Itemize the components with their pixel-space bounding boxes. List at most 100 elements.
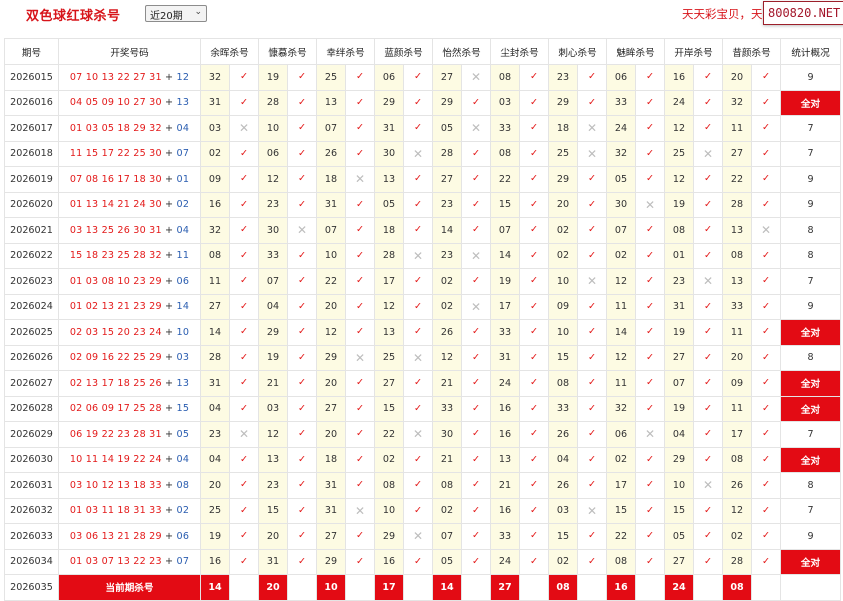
issue-number: 2026024	[4, 293, 59, 320]
draw-numbers: 03 06 13 21 28 29 + 06	[58, 523, 201, 550]
promo-text[interactable]: 天天彩宝贝，天	[682, 6, 763, 22]
current-kill-number: 24	[664, 574, 694, 601]
check-icon: ✓	[577, 421, 607, 448]
kill-number: 19	[664, 319, 694, 346]
current-stat-cell	[780, 574, 841, 601]
kill-number: 10	[258, 115, 288, 142]
check-icon: ✓	[751, 191, 781, 218]
cross-icon: ✕	[229, 115, 259, 142]
cross-icon: ✕	[461, 242, 491, 269]
check-icon: ✓	[519, 319, 549, 346]
kill-number: 08	[606, 548, 636, 575]
check-icon: ✓	[635, 395, 665, 422]
kill-number: 11	[606, 370, 636, 397]
check-icon: ✓	[693, 344, 723, 371]
check-icon: ✓	[519, 523, 549, 550]
kill-number: 17	[606, 472, 636, 499]
kill-number: 21	[432, 370, 462, 397]
kill-number-table: 期号 开奖号码 余晖杀号 慷慕杀号 幸绊杀号 蓝颜杀号 怡然杀号 尘封杀号 刺心杀号 魅眸杀号 开岸…	[4, 38, 841, 601]
kill-number: 07	[258, 268, 288, 295]
cross-icon: ✕	[461, 64, 491, 91]
check-icon: ✓	[519, 140, 549, 167]
kill-number: 30	[606, 191, 636, 218]
check-icon: ✓	[287, 523, 317, 550]
check-icon: ✓	[461, 395, 491, 422]
cross-icon: ✕	[229, 421, 259, 448]
check-icon: ✓	[229, 395, 259, 422]
kill-number: 25	[664, 140, 694, 167]
table-row: 2026033 03 06 13 21 28 29 + 06 19 ✓ 20 ✓ 27 ✓ 29…	[4, 523, 841, 550]
kill-number: 31	[316, 191, 346, 218]
blue-ball: 02	[176, 505, 190, 517]
current-empty-cell	[461, 574, 491, 601]
kill-number: 28	[722, 548, 752, 575]
table-header-row: 期号 开奖号码 余晖杀号 慷慕杀号 幸绊杀号 蓝颜杀号 怡然杀号 尘封杀号 刺心杀号 魅眸杀号 开岸…	[4, 38, 841, 65]
issue-number: 2026031	[4, 472, 59, 499]
table-row: 2026025 02 03 15 20 23 24 + 10 14 ✓ 29 ✓ 12 ✓ 13…	[4, 319, 841, 346]
check-icon: ✓	[519, 268, 549, 295]
check-icon: ✓	[403, 166, 433, 193]
check-icon: ✓	[287, 140, 317, 167]
table-row: 2026017 01 03 05 18 29 32 + 04 03 ✕ 10 ✓ 07 ✓ 31…	[4, 115, 841, 142]
kill-number: 32	[200, 217, 230, 244]
check-icon: ✓	[577, 89, 607, 116]
check-icon: ✓	[693, 370, 723, 397]
column-header: 幸绊杀号	[316, 38, 375, 65]
check-icon: ✓	[229, 293, 259, 320]
check-icon: ✓	[461, 319, 491, 346]
kill-number: 15	[548, 344, 578, 371]
check-icon: ✓	[229, 497, 259, 524]
kill-number: 29	[374, 89, 404, 116]
kill-number: 04	[548, 446, 578, 473]
current-kill-number: 27	[490, 574, 520, 601]
kill-number: 04	[258, 293, 288, 320]
cross-icon: ✕	[345, 344, 375, 371]
current-kill-number: 17	[374, 574, 404, 601]
cross-icon: ✕	[577, 497, 607, 524]
kill-number: 24	[490, 548, 520, 575]
chevron-down-icon: ⌄	[194, 7, 202, 17]
check-icon: ✓	[635, 140, 665, 167]
kill-number: 12	[664, 115, 694, 142]
stat-count: 8	[780, 242, 841, 269]
check-icon: ✓	[693, 548, 723, 575]
draw-numbers: 01 03 08 10 23 29 + 06	[58, 268, 201, 295]
kill-number: 31	[490, 344, 520, 371]
kill-number: 29	[316, 344, 346, 371]
kill-number: 05	[432, 115, 462, 142]
red-balls: 02 09 16 22 25 29	[69, 352, 162, 364]
column-header: 期号	[4, 38, 59, 65]
kill-number: 13	[316, 89, 346, 116]
red-balls: 03 10 12 13 18 33	[69, 479, 162, 491]
kill-number: 10	[316, 242, 346, 269]
cross-icon: ✕	[635, 421, 665, 448]
check-icon: ✓	[751, 344, 781, 371]
check-icon: ✓	[287, 268, 317, 295]
kill-number: 30	[258, 217, 288, 244]
blue-ball: 05	[176, 428, 190, 440]
kill-number: 25	[316, 64, 346, 91]
check-icon: ✓	[461, 166, 491, 193]
kill-number: 23	[432, 191, 462, 218]
period-select[interactable]: 近20期 ⌄	[145, 5, 207, 22]
kill-number: 33	[548, 395, 578, 422]
check-icon: ✓	[403, 497, 433, 524]
draw-numbers: 01 02 13 21 23 29 + 14	[58, 293, 201, 320]
check-icon: ✓	[229, 242, 259, 269]
kill-number: 07	[490, 217, 520, 244]
draw-numbers: 06 19 22 23 28 31 + 05	[58, 421, 201, 448]
kill-number: 22	[316, 268, 346, 295]
check-icon: ✓	[577, 395, 607, 422]
cross-icon: ✕	[345, 166, 375, 193]
kill-number: 18	[316, 166, 346, 193]
kill-number: 15	[664, 497, 694, 524]
check-icon: ✓	[635, 64, 665, 91]
issue-number: 2026034	[4, 548, 59, 575]
red-balls: 07 10 13 22 27 31	[69, 71, 162, 83]
check-icon: ✓	[229, 89, 259, 116]
kill-number: 13	[258, 446, 288, 473]
kill-number: 33	[490, 115, 520, 142]
check-icon: ✓	[287, 191, 317, 218]
check-icon: ✓	[403, 89, 433, 116]
all-correct-badge: 全对	[780, 548, 841, 575]
